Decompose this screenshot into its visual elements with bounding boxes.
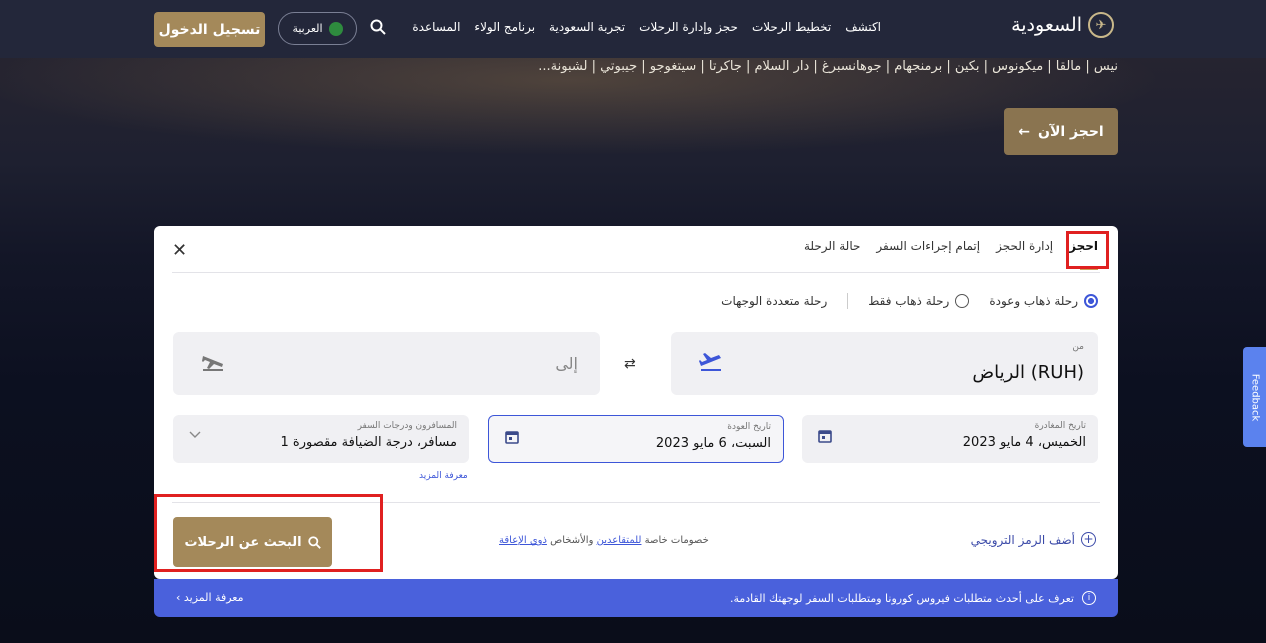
booking-panel: ✕ احجز إدارة الحجز إتمام إجراءات السفر ح…	[154, 226, 1118, 579]
chevron-down-icon	[189, 429, 201, 442]
special-discounts-text: خصومات خاصة للمتقاعدين والأشخاص ذوي الإع…	[499, 535, 709, 546]
main-nav: اكتشف تخطيط الرحلات حجز وإدارة الرحلات ت…	[412, 20, 881, 34]
nav-item-loyalty[interactable]: برنامج الولاء	[474, 20, 535, 34]
tab-manage-booking[interactable]: إدارة الحجز	[996, 239, 1053, 253]
discount-prefix: خصومات خاصة	[644, 535, 709, 546]
departure-plane-icon	[699, 350, 723, 377]
trip-type-one-way[interactable]: رحلة ذهاب فقط	[868, 294, 970, 308]
calendar-icon	[505, 430, 519, 448]
arrival-plane-icon	[201, 350, 225, 377]
trip-type-separator	[847, 293, 849, 309]
close-icon[interactable]: ✕	[172, 240, 187, 261]
trip-type-multi-city[interactable]: رحلة متعددة الوجهات	[721, 294, 827, 308]
trip-type-options: رحلة ذهاب وعودة رحلة ذهاب فقط رحلة متعدد…	[721, 293, 1098, 309]
search-icon[interactable]	[370, 19, 386, 39]
saudia-emblem-icon: ✈	[1088, 12, 1114, 38]
passengers-label: المسافرون ودرجات السفر	[357, 421, 457, 431]
return-date-label: تاريخ العودة	[727, 422, 771, 432]
language-label: العربية	[292, 22, 323, 35]
login-button[interactable]: تسجيل الدخول	[154, 12, 265, 47]
promo-label: أضف الرمز الترويجي	[970, 532, 1075, 547]
banner-text: تعرف على أحدث متطلبات فيروس كورونا ومتطل…	[730, 591, 1074, 605]
destination-field[interactable]: إلى	[173, 332, 600, 395]
hero-destinations-text: نيس | مالقا | ميكونوس | بكين | برمنجهام …	[538, 59, 1118, 74]
nav-item-help[interactable]: المساعدة	[412, 20, 460, 34]
trip-type-label: رحلة ذهاب وعودة	[989, 294, 1078, 308]
passengers-value: 1 مسافر، درجة الضيافة مقصورة	[280, 435, 457, 450]
saudia-logo[interactable]: ✈ السعودية	[1011, 12, 1114, 38]
tab-highlight-box	[1066, 231, 1109, 269]
nav-item-explore[interactable]: اكتشف	[845, 20, 881, 34]
passengers-class-field[interactable]: المسافرون ودرجات السفر 1 مسافر، درجة الض…	[173, 415, 469, 463]
tabs-divider	[172, 272, 1100, 273]
feedback-tab[interactable]: Feedback	[1243, 347, 1266, 447]
disabilities-link[interactable]: ذوي الإعاقة	[499, 535, 547, 546]
retirees-link[interactable]: للمتقاعدين	[597, 535, 642, 546]
plus-circle-icon: +	[1081, 532, 1096, 547]
nav-item-book-manage[interactable]: حجز وإدارة الرحلات	[639, 20, 738, 34]
feedback-label: Feedback	[1249, 373, 1260, 421]
tab-check-in[interactable]: إتمام إجراءات السفر	[876, 239, 980, 253]
search-highlight-box	[154, 494, 383, 572]
banner-message: i تعرف على أحدث متطلبات فيروس كورونا ومت…	[730, 591, 1096, 605]
origin-label: من	[1072, 342, 1084, 352]
departure-date-value: الخميس، 4 مايو 2023	[962, 435, 1086, 450]
return-date-field[interactable]: تاريخ العودة السبت، 6 مايو 2023	[488, 415, 784, 463]
nav-item-experience[interactable]: تجربة السعودية	[549, 20, 625, 34]
return-date-value: السبت، 6 مايو 2023	[655, 436, 771, 451]
trip-type-round-trip[interactable]: رحلة ذهاب وعودة	[989, 294, 1098, 308]
add-promo-code[interactable]: + أضف الرمز الترويجي	[971, 532, 1096, 547]
covid-info-banner: i تعرف على أحدث متطلبات فيروس كورونا ومت…	[154, 579, 1118, 617]
trip-type-label: رحلة ذهاب فقط	[868, 294, 950, 308]
book-now-label: احجز الآن	[1038, 123, 1104, 140]
book-now-button[interactable]: احجز الآن ←	[1004, 108, 1118, 155]
destination-placeholder: إلى	[555, 354, 578, 373]
learn-more-link[interactable]: معرفة المزيد	[419, 471, 468, 481]
trip-type-label: رحلة متعددة الوجهات	[721, 294, 828, 308]
arrow-left-icon: ←	[1018, 123, 1030, 140]
top-navigation-bar: ✈ السعودية اكتشف تخطيط الرحلات حجز وإدار…	[0, 0, 1266, 58]
banner-learn-more-link[interactable]: معرفة المزيد ›	[176, 591, 244, 604]
departure-date-field[interactable]: تاريخ المغادرة الخميس، 4 مايو 2023	[802, 415, 1098, 463]
origin-value: الرياض (RUH)	[972, 362, 1084, 383]
swap-icon[interactable]: ⇄	[624, 356, 636, 372]
radio-unselected-icon	[955, 294, 970, 308]
nav-item-plan[interactable]: تخطيط الرحلات	[752, 20, 831, 34]
departure-date-label: تاريخ المغادرة	[1034, 421, 1086, 431]
logo-text: السعودية	[1011, 14, 1082, 36]
booking-tabs: احجز إدارة الحجز إتمام إجراءات السفر حال…	[804, 239, 1098, 253]
info-icon: i	[1082, 591, 1096, 605]
radio-selected-icon	[1084, 294, 1098, 308]
discount-mid: والأشخاص	[550, 535, 594, 546]
calendar-icon	[818, 429, 832, 447]
saudi-flag-icon	[328, 21, 343, 36]
language-selector[interactable]: العربية	[278, 12, 357, 45]
origin-field[interactable]: من الرياض (RUH)	[671, 332, 1098, 395]
tab-flight-status[interactable]: حالة الرحلة	[804, 239, 860, 253]
